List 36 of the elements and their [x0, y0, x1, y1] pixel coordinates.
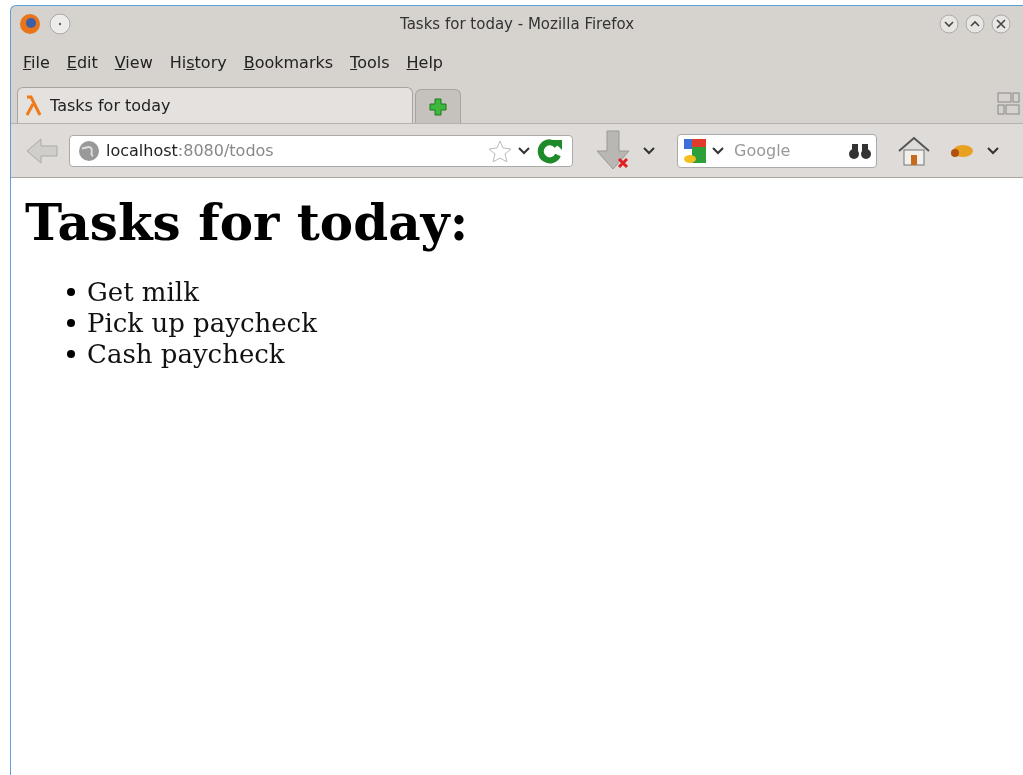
search-placeholder: Google: [734, 139, 791, 162]
search-engine-chevron-icon[interactable]: [712, 146, 724, 155]
menu-item[interactable]: History: [169, 51, 227, 75]
plus-icon: [428, 96, 448, 117]
task-item: Pick up paycheck: [87, 306, 317, 340]
page-heading: Tasks for today:: [25, 192, 470, 254]
tab-title: Tasks for today: [50, 94, 171, 117]
task-item: Get milk: [87, 275, 199, 309]
star-icon[interactable]: [488, 139, 512, 162]
menu-item[interactable]: View: [114, 51, 153, 75]
reload-icon[interactable]: [536, 137, 564, 164]
address-bar[interactable]: localhost:8080/todos: [69, 134, 573, 167]
menu-item[interactable]: Bookmarks: [243, 51, 334, 75]
firefox-icon[interactable]: [19, 13, 41, 35]
minimize-button[interactable]: [939, 14, 959, 34]
google-logo-icon[interactable]: [682, 136, 708, 165]
window-title: Tasks for today - Mozilla Firefox: [400, 13, 634, 35]
bullet-icon: [67, 350, 75, 358]
task-item: Cash paycheck: [87, 337, 285, 371]
close-button[interactable]: [991, 14, 1011, 34]
menu-item[interactable]: Edit: [66, 51, 98, 75]
maximize-button[interactable]: [965, 14, 985, 34]
binoculars-icon[interactable]: [848, 141, 872, 160]
bullet-icon: [67, 288, 75, 296]
menu-item[interactable]: File: [23, 51, 50, 75]
dropdown-chevron-icon[interactable]: [643, 146, 655, 155]
menu-item[interactable]: Help: [406, 51, 443, 75]
dropdown-chevron-icon[interactable]: [987, 146, 999, 155]
home-icon[interactable]: [897, 134, 931, 167]
browser-tab[interactable]: Tasks for today: [17, 87, 413, 123]
bullet-icon: [67, 319, 75, 327]
menu-item[interactable]: Tools: [350, 51, 390, 75]
url-text: localhost:8080/todos: [106, 139, 274, 162]
dropdown-chevron-icon[interactable]: [518, 146, 530, 155]
globe-icon: [78, 139, 100, 162]
lambda-icon: [24, 94, 44, 117]
